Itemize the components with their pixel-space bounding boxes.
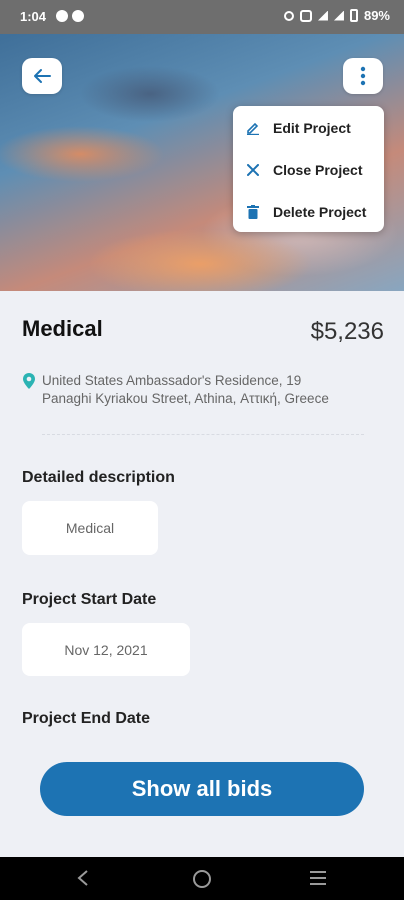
wifi-call-icon [299,9,312,22]
status-time: 1:04 [20,9,47,24]
battery-icon [349,9,358,22]
notification-icon [72,10,84,22]
address-line-2: Panaghi Kyriakou Street, Athina, Αττική,… [42,391,329,406]
more-vertical-icon [360,66,366,86]
status-indicators: 89% [283,8,390,23]
notification-icon [56,10,68,22]
project-price: $5,236 [310,318,384,345]
system-nav-bar [0,857,404,900]
menu-item-edit-project[interactable]: Edit Project [233,108,384,148]
end-date-label: Project End Date [22,710,151,727]
project-location: United States Ambassador's Residence, 19… [22,372,382,408]
project-address: United States Ambassador's Residence, 19… [42,372,329,408]
trash-icon [233,205,273,219]
nav-recents-icon[interactable] [308,870,328,891]
description-value: Medical [22,501,158,555]
alarm-icon [283,10,294,21]
options-menu: Edit Project Close Project Delete Projec… [233,106,384,232]
status-app-icons [56,10,84,22]
back-button[interactable] [22,58,62,94]
pencil-icon [233,121,273,135]
more-options-button[interactable] [343,58,383,94]
arrow-left-icon [34,69,51,83]
menu-item-label: Edit Project [273,120,351,136]
start-date-value: Nov 12, 2021 [22,623,190,676]
menu-item-delete-project[interactable]: Delete Project [233,192,384,232]
menu-item-label: Close Project [273,162,363,178]
start-date-label: Project Start Date [22,591,157,608]
nav-home-icon[interactable] [192,869,212,894]
signal-icon [317,10,328,21]
project-title: Medical [22,316,103,341]
menu-item-label: Delete Project [273,204,367,220]
nav-back-icon[interactable] [76,869,90,892]
show-all-bids-button[interactable]: Show all bids [40,762,364,816]
signal-icon [333,10,344,21]
status-bar: 1:04 89% [0,0,404,34]
battery-level: 89% [363,8,390,23]
divider [42,434,364,435]
close-icon [233,164,273,176]
location-pin-icon [22,372,42,408]
menu-item-close-project[interactable]: Close Project [233,150,384,190]
address-line-1: United States Ambassador's Residence, 19 [42,373,302,388]
description-label: Detailed description [22,469,175,486]
